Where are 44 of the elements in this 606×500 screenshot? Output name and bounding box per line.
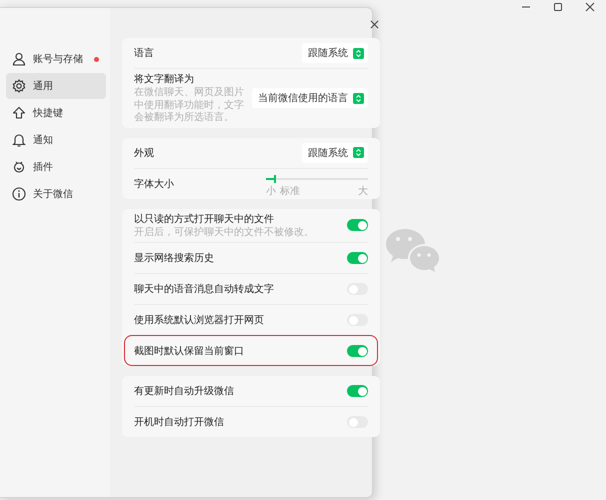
plugin-icon (12, 160, 26, 174)
toggle-switch[interactable] (347, 385, 368, 397)
setting-description: 在微信聊天、网页及图片中使用翻译功能时，文字会被翻译为所选语言。 (134, 87, 245, 124)
bell-icon (12, 133, 26, 147)
setting-label: 聊天中的语音消息自动转成文字 (134, 282, 274, 296)
toggle-switch[interactable] (347, 252, 368, 264)
setting-label: 开机时自动打开微信 (134, 416, 224, 429)
close-icon (585, 2, 595, 12)
chevron-updown-icon (353, 147, 364, 158)
dropdown[interactable]: 跟随系统 (302, 43, 368, 63)
dropdown[interactable]: 跟随系统 (302, 142, 368, 162)
chevron-updown-icon (353, 92, 364, 104)
slider-min-label: 小 (266, 184, 276, 198)
toggle-switch[interactable] (347, 219, 368, 232)
setting-label: 截图时默认保留当前窗口 (134, 344, 244, 358)
setting-label: 字体大小 (134, 178, 174, 190)
close-button[interactable] (368, 18, 380, 30)
sidebar-item[interactable]: 账号与存储 (6, 46, 106, 72)
sidebar-item[interactable]: 通知 (6, 127, 106, 153)
close-icon (370, 20, 378, 28)
slider-handle[interactable] (274, 174, 276, 182)
slider-mid-label: 标准 (280, 184, 300, 198)
up-arrow-icon (12, 106, 26, 120)
setting-label: 显示网络搜索历史 (134, 252, 214, 265)
maximize-icon (553, 2, 563, 12)
setting-label: 以只读的方式打开聊天中的文件 (134, 212, 275, 226)
dropdown[interactable]: 当前微信使用的语言 (252, 88, 368, 108)
slider-max-label: 大 (358, 184, 368, 198)
info-icon (12, 187, 26, 201)
toggle-switch[interactable] (347, 345, 368, 357)
setting-label: 有更新时自动升级微信 (134, 384, 234, 398)
settings-icon (12, 79, 26, 93)
setting-label: 外观 (134, 146, 154, 160)
setting-label: 语言 (134, 46, 154, 60)
sidebar-item[interactable]: 快捷键 (6, 100, 106, 126)
sidebar-item[interactable]: 通用 (6, 73, 106, 99)
setting-description: 开启后，可保护聊天中的文件不被修改。 (134, 226, 314, 239)
sidebar-item[interactable]: 插件 (6, 154, 106, 180)
setting-label: 使用系统默认浏览器打开网页 (134, 314, 264, 327)
chevron-updown-icon (353, 48, 364, 58)
sidebar-item[interactable]: 关于微信 (6, 181, 106, 207)
person-icon (12, 52, 26, 66)
setting-label: 将文字翻译为 (134, 72, 195, 86)
chat-bubbles-icon (385, 228, 439, 272)
